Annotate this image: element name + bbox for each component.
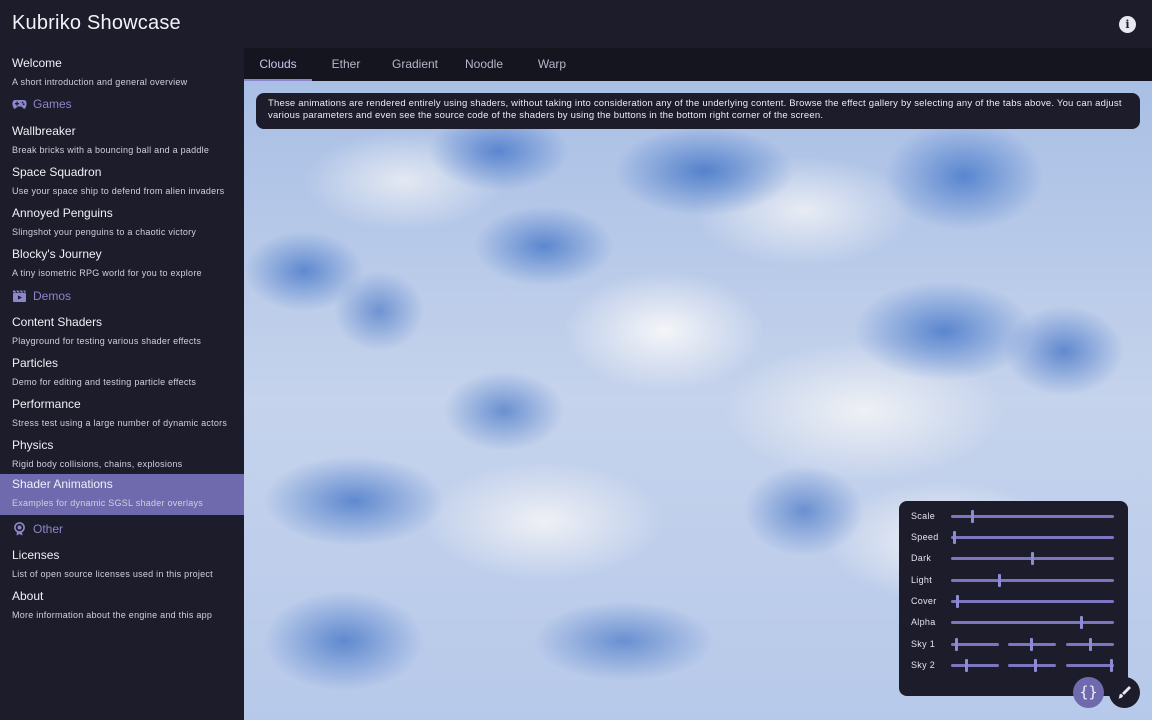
light-slider[interactable] (951, 574, 1114, 587)
control-label: Sky 1 (911, 639, 936, 649)
sky1-green-slider[interactable] (1008, 638, 1056, 651)
sidebar-item-desc: Slingshot your penguins to a chaotic vic… (12, 227, 197, 237)
app-header: Kubriko Showcase i (0, 0, 1152, 48)
sidebar-item-label: Physics (12, 438, 54, 452)
sidebar-item-label: Shader Animations (12, 477, 113, 491)
sidebar-item-label: Licenses (12, 548, 60, 562)
tab-bar: Clouds Ether Gradient Noodle Warp (244, 48, 1152, 81)
sidebar-item-label: About (12, 589, 44, 603)
alpha-slider[interactable] (951, 616, 1114, 629)
sidebar-item-wallbreaker[interactable]: Wallbreaker Break bricks with a bouncing… (0, 121, 244, 162)
control-label: Sky 2 (911, 660, 936, 670)
sidebar-item-desc: A tiny isometric RPG world for you to ex… (12, 268, 202, 278)
slider-thumb[interactable] (956, 595, 960, 608)
sidebar-item-desc: Playground for testing various shader ef… (12, 336, 202, 346)
sidebar-item-desc: Demo for editing and testing particle ef… (12, 377, 197, 387)
sidebar-item-label: Blocky's Journey (12, 247, 102, 261)
slider-thumb[interactable] (970, 510, 974, 523)
sidebar-item-desc: Break bricks with a bouncing ball and a … (12, 145, 210, 155)
sidebar-item-desc: A short introduction and general overvie… (12, 77, 188, 87)
sidebar-item-physics[interactable]: Physics Rigid body collisions, chains, e… (0, 435, 244, 476)
section-label: Other (33, 522, 64, 536)
cover-slider[interactable] (951, 595, 1114, 608)
sky1-blue-slider[interactable] (1066, 638, 1114, 651)
control-label: Dark (911, 553, 932, 563)
control-label: Cover (911, 596, 937, 606)
scale-slider[interactable] (951, 510, 1114, 523)
control-label: Scale (911, 511, 936, 521)
slider-thumb[interactable] (1079, 616, 1083, 629)
shader-controls-panel: Scale Speed Dark Light Cover Alpha Sky 1… (899, 501, 1128, 696)
speed-slider[interactable] (951, 531, 1114, 544)
dark-slider[interactable] (951, 552, 1114, 565)
sidebar-item-space-squadron[interactable]: Space Squadron Use your space ship to de… (0, 162, 244, 203)
sky2-red-slider[interactable] (951, 659, 999, 672)
sidebar-item-label: Content Shaders (12, 315, 103, 329)
sidebar-item-desc: More information about the engine and th… (12, 610, 213, 620)
sidebar-item-about[interactable]: About More information about the engine … (0, 586, 244, 627)
gamepad-icon (12, 100, 27, 109)
section-games: Games (0, 94, 244, 116)
sidebar-item-shader-animations[interactable]: Shader Animations Examples for dynamic S… (0, 474, 244, 515)
sidebar-item-desc: Rigid body collisions, chains, explosion… (12, 459, 183, 469)
sidebar-item-label: Welcome (12, 56, 62, 70)
brush-button[interactable] (1109, 677, 1140, 708)
section-demos: Demos (0, 286, 244, 308)
info-banner: These animations are rendered entirely u… (256, 93, 1140, 129)
slider-thumb[interactable] (1033, 659, 1037, 672)
sidebar-item-desc: List of open source licenses used in thi… (12, 569, 213, 579)
sidebar-item-label: Performance (12, 397, 81, 411)
slider-thumb[interactable] (1088, 638, 1092, 651)
sky2-blue-slider[interactable] (1066, 659, 1114, 672)
sky2-green-slider[interactable] (1008, 659, 1056, 672)
section-label: Games (33, 97, 72, 111)
clapperboard-icon (13, 290, 26, 302)
sidebar-item-desc: Use your space ship to defend from alien… (12, 186, 225, 196)
slider-thumb[interactable] (998, 574, 1002, 587)
control-label: Light (911, 575, 933, 585)
sidebar-item-label: Annoyed Penguins (12, 206, 113, 220)
slider-thumb[interactable] (1110, 659, 1114, 672)
tab-warp[interactable]: Warp (530, 48, 574, 81)
tab-noodle[interactable]: Noodle (458, 48, 510, 81)
sidebar-item-label: Space Squadron (12, 165, 102, 179)
sidebar-item-label: Wallbreaker (12, 124, 76, 138)
app-title: Kubriko Showcase (12, 12, 181, 34)
sidebar-item-content-shaders[interactable]: Content Shaders Playground for testing v… (0, 312, 244, 353)
tab-clouds[interactable]: Clouds (244, 48, 312, 81)
sidebar-item-particles[interactable]: Particles Demo for editing and testing p… (0, 353, 244, 394)
sidebar-item-desc: Examples for dynamic SGSL shader overlay… (12, 498, 203, 508)
tab-ether[interactable]: Ether (324, 48, 368, 81)
source-code-button[interactable]: {} (1073, 677, 1104, 708)
sidebar-item-performance[interactable]: Performance Stress test using a large nu… (0, 394, 244, 435)
tab-gradient[interactable]: Gradient (384, 48, 446, 81)
control-label: Alpha (911, 617, 936, 627)
sidebar-item-welcome[interactable]: Welcome A short introduction and general… (0, 53, 244, 94)
control-label: Speed (911, 532, 939, 542)
badge-icon (14, 522, 25, 536)
slider-thumb[interactable] (1029, 638, 1033, 651)
sidebar-item-annoyed-penguins[interactable]: Annoyed Penguins Slingshot your penguins… (0, 203, 244, 244)
sidebar-item-label: Particles (12, 356, 59, 370)
sidebar-item-blockys-journey[interactable]: Blocky's Journey A tiny isometric RPG wo… (0, 244, 244, 285)
slider-thumb[interactable] (955, 638, 959, 651)
sidebar-item-desc: Stress test using a large number of dyna… (12, 418, 228, 428)
brush-icon (1118, 686, 1131, 699)
main-content: Clouds Ether Gradient Noodle Warp These … (244, 48, 1152, 720)
section-other: Other (0, 519, 244, 541)
sidebar-item-licenses[interactable]: Licenses List of open source licenses us… (0, 545, 244, 586)
sky1-red-slider[interactable] (951, 638, 999, 651)
slider-thumb[interactable] (952, 531, 956, 544)
section-label: Demos (33, 289, 72, 303)
slider-thumb[interactable] (965, 659, 969, 672)
sidebar: Welcome A short introduction and general… (0, 48, 244, 720)
info-icon[interactable]: i (1119, 16, 1136, 33)
slider-thumb[interactable] (1031, 552, 1034, 565)
